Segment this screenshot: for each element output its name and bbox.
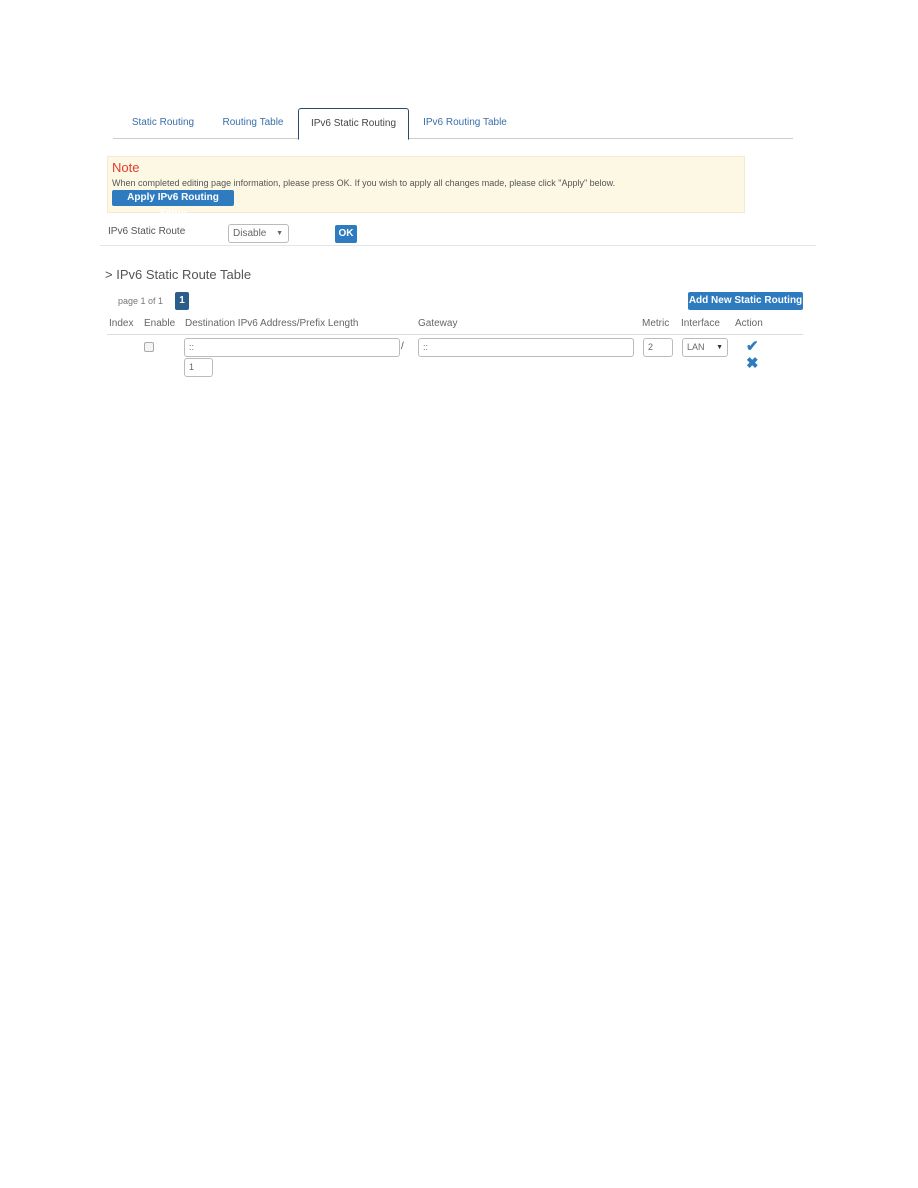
- chevron-down-icon: ▼: [276, 230, 283, 237]
- header-gateway: Gateway: [418, 318, 458, 329]
- prefix-length-input[interactable]: 1: [184, 358, 213, 377]
- ok-button[interactable]: OK: [335, 225, 357, 243]
- tab-static-routing[interactable]: Static Routing: [123, 108, 203, 138]
- header-interface: Interface: [681, 318, 720, 329]
- divider: [100, 245, 816, 246]
- enable-checkbox[interactable]: [144, 342, 154, 352]
- section-title: > IPv6 Static Route Table: [105, 267, 252, 282]
- note-text: When completed editing page information,…: [112, 178, 616, 188]
- header-enable: Enable: [144, 318, 176, 329]
- header-action: Action: [735, 318, 763, 329]
- chevron-down-icon: ▼: [716, 344, 723, 351]
- header-metric: Metric: [642, 318, 670, 329]
- apply-ipv6-routing-button[interactable]: Apply IPv6 Routing Setup: [112, 190, 234, 219]
- header-destination: Destination IPv6 Address/Prefix Length: [185, 318, 359, 329]
- note-box: Note When completed editing page informa…: [107, 156, 745, 219]
- table-header-divider: [107, 334, 803, 335]
- tab-bar: Static Routing Routing Table IPv6 Static…: [113, 108, 793, 140]
- tab-ipv6-routing-table[interactable]: IPv6 Routing Table: [416, 108, 514, 138]
- select-value: Disable: [233, 228, 267, 239]
- interface-value: LAN: [687, 342, 705, 352]
- delete-x-icon[interactable]: ✖: [746, 354, 759, 372]
- note-title: Note: [112, 160, 140, 175]
- header-index: Index: [109, 318, 134, 329]
- ipv6-static-route-select[interactable]: Disable ▼: [228, 224, 289, 243]
- gateway-input[interactable]: ::: [418, 338, 634, 357]
- ipv6-static-route-label: IPv6 Static Route: [108, 226, 186, 237]
- add-new-static-routing-button[interactable]: Add New Static Routing: [688, 292, 803, 310]
- page-text: page 1 of 1: [118, 296, 164, 306]
- interface-select[interactable]: LAN ▼: [682, 338, 728, 357]
- destination-input[interactable]: ::: [184, 338, 400, 357]
- tab-ipv6-static-routing[interactable]: IPv6 Static Routing: [298, 108, 409, 140]
- page-1-button[interactable]: 1: [175, 292, 189, 310]
- save-check-icon[interactable]: ✔: [746, 337, 759, 355]
- prefix-separator: /: [401, 341, 404, 352]
- tab-routing-table[interactable]: Routing Table: [213, 108, 293, 138]
- metric-input[interactable]: 2: [643, 338, 673, 357]
